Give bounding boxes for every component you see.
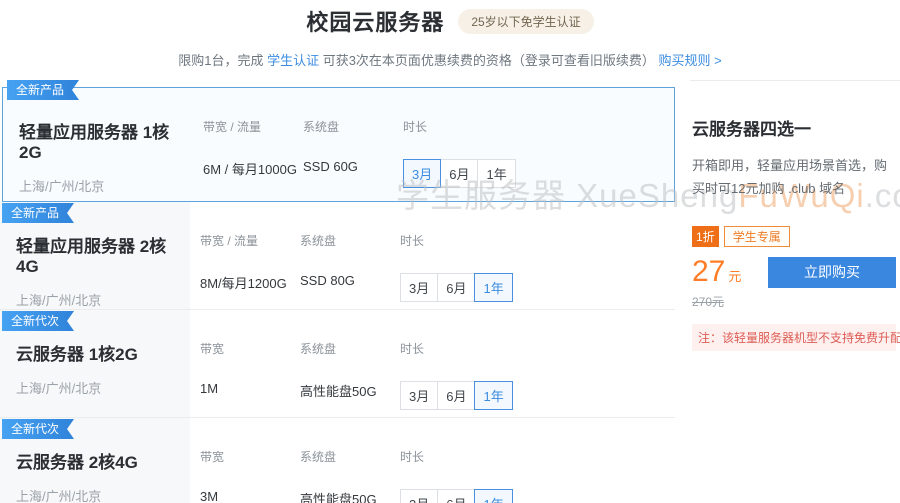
age-exemption-badge: 25岁以下免学生认证 — [458, 9, 593, 34]
duration-label: 时长 — [400, 232, 513, 249]
page-title: 校园云服务器 — [306, 5, 444, 37]
duration-1y-button[interactable]: 1年 — [474, 381, 512, 410]
duration-cell: 时长 3月 6月 1年 — [400, 418, 513, 503]
duration-1y-button[interactable]: 1年 — [477, 159, 515, 188]
duration-group: 3月 6月 1年 — [400, 381, 513, 410]
disk-label: 系统盘 — [300, 448, 390, 465]
bandwidth-cell: 带宽 / 流量 8M/每月1200G — [200, 202, 290, 309]
product-row-cvm-1c2g[interactable]: 全新代次 云服务器 1核2G 上海/广州/北京 带宽 1M 系统盘 高性能盘50… — [0, 310, 675, 418]
disk-value: SSD 60G — [303, 159, 393, 174]
duration-1y-button[interactable]: 1年 — [474, 489, 512, 503]
disk-label: 系统盘 — [300, 340, 390, 357]
disk-cell: 系统盘 SSD 80G — [300, 202, 390, 309]
product-name: 云服务器 2核4G — [16, 448, 180, 473]
duration-cell: 时长 3月 6月 1年 — [400, 202, 513, 309]
purchase-sidebar: 云服务器四选一 开箱即用，轻量应用场景首选，购买时可12元加购 .club 域名… — [690, 80, 900, 351]
purchase-rules-link[interactable]: 购买规则 > — [659, 53, 722, 68]
student-exclusive-badge: 学生专属 — [724, 226, 790, 247]
price-unit: 元 — [728, 269, 741, 284]
duration-1y-button[interactable]: 1年 — [474, 273, 512, 302]
disk-cell: 系统盘 高性能盘50G — [300, 310, 390, 417]
page: 校园云服务器 25岁以下免学生认证 限购1台，完成 学生认证 可获3次在本页面优… — [0, 0, 900, 503]
product-regions: 上海/广州/北京 — [16, 378, 180, 397]
duration-3m-button[interactable]: 3月 — [400, 273, 438, 302]
upgrade-note: 注：该轻量服务器机型不支持免费升配 — [692, 324, 896, 351]
new-product-ribbon: 全新产品 — [7, 80, 79, 100]
new-generation-ribbon: 全新代次 — [2, 311, 74, 331]
duration-6m-button[interactable]: 6月 — [437, 381, 475, 410]
disk-cell: 系统盘 SSD 60G — [303, 88, 393, 201]
original-price: 270元 — [692, 293, 741, 310]
duration-3m-button[interactable]: 3月 — [403, 159, 441, 188]
product-row-lighthouse-1c2g[interactable]: 全新产品 轻量应用服务器 1核2G 上海/广州/北京 带宽 / 流量 6M / … — [2, 87, 675, 202]
product-row-lighthouse-2c4g[interactable]: 全新产品 轻量应用服务器 2核4G 上海/广州/北京 带宽 / 流量 8M/每月… — [0, 202, 675, 310]
product-regions: 上海/广州/北京 — [16, 290, 180, 309]
duration-6m-button[interactable]: 6月 — [440, 159, 478, 188]
disk-value: 高性能盘50G — [300, 489, 390, 503]
price-value: 27 — [692, 255, 725, 288]
disk-label: 系统盘 — [303, 118, 393, 135]
notice-text: 限购1台，完成 — [178, 53, 267, 68]
duration-6m-button[interactable]: 6月 — [437, 489, 475, 503]
bandwidth-label: 带宽 — [200, 340, 290, 357]
duration-label: 时长 — [400, 448, 513, 465]
bandwidth-cell: 带宽 1M — [200, 310, 290, 417]
bandwidth-value: 8M/每月1200G — [200, 273, 290, 292]
bandwidth-label: 带宽 / 流量 — [203, 118, 293, 135]
bandwidth-value: 6M / 每月1000G — [203, 159, 293, 178]
duration-label: 时长 — [403, 118, 516, 135]
disk-cell: 系统盘 高性能盘50G — [300, 418, 390, 503]
duration-group: 3月 6月 1年 — [400, 273, 513, 302]
disk-value: SSD 80G — [300, 273, 390, 288]
purchase-notice: 限购1台，完成 学生认证 可获3次在本页面优惠续费的资格（登录可查看旧版续费） … — [0, 50, 900, 69]
duration-3m-button[interactable]: 3月 — [400, 489, 438, 503]
page-header: 校园云服务器 25岁以下免学生认证 限购1台，完成 学生认证 可获3次在本页面优… — [0, 0, 900, 69]
bandwidth-value: 3M — [200, 489, 290, 503]
student-verify-link[interactable]: 学生认证 — [267, 53, 319, 68]
product-name: 云服务器 1核2G — [16, 340, 180, 365]
disk-value: 高性能盘50G — [300, 381, 390, 400]
discount-badge: 1折 — [692, 226, 719, 247]
duration-cell: 时长 3月 6月 1年 — [400, 310, 513, 417]
product-regions: 上海/广州/北京 — [19, 176, 183, 195]
new-product-ribbon: 全新产品 — [2, 203, 74, 223]
disk-label: 系统盘 — [300, 232, 390, 249]
duration-group: 3月 6月 1年 — [403, 159, 516, 188]
bandwidth-label: 带宽 / 流量 — [200, 232, 290, 249]
notice-text: 可获3次在本页面优惠续费的资格（登录可查看旧版续费） — [319, 53, 658, 68]
buy-now-button[interactable]: 立即购买 — [768, 257, 896, 288]
sidebar-description: 开箱即用，轻量应用场景首选，购买时可12元加购 .club 域名 — [692, 155, 896, 201]
product-list: 全新产品 轻量应用服务器 1核2G 上海/广州/北京 带宽 / 流量 6M / … — [0, 80, 675, 503]
duration-label: 时长 — [400, 340, 513, 357]
duration-3m-button[interactable]: 3月 — [400, 381, 438, 410]
product-regions: 上海/广州/北京 — [16, 486, 180, 503]
bandwidth-label: 带宽 — [200, 448, 290, 465]
bandwidth-cell: 带宽 / 流量 6M / 每月1000G — [203, 88, 293, 201]
duration-6m-button[interactable]: 6月 — [437, 273, 475, 302]
duration-cell: 时长 3月 6月 1年 — [403, 88, 516, 201]
product-name-cell: 轻量应用服务器 1核2G 上海/广州/北京 — [3, 88, 193, 201]
duration-group: 3月 6月 1年 — [400, 489, 513, 503]
new-generation-ribbon: 全新代次 — [2, 419, 74, 439]
bandwidth-cell: 带宽 3M — [200, 418, 290, 503]
product-name: 轻量应用服务器 2核4G — [16, 232, 180, 277]
price-block: 27元 270元 — [692, 255, 741, 310]
sidebar-title: 云服务器四选一 — [692, 115, 896, 140]
bandwidth-value: 1M — [200, 381, 290, 396]
product-row-cvm-2c4g[interactable]: 全新代次 云服务器 2核4G 上海/广州/北京 带宽 3M 系统盘 高性能盘50… — [0, 418, 675, 503]
product-name: 轻量应用服务器 1核2G — [19, 118, 183, 163]
